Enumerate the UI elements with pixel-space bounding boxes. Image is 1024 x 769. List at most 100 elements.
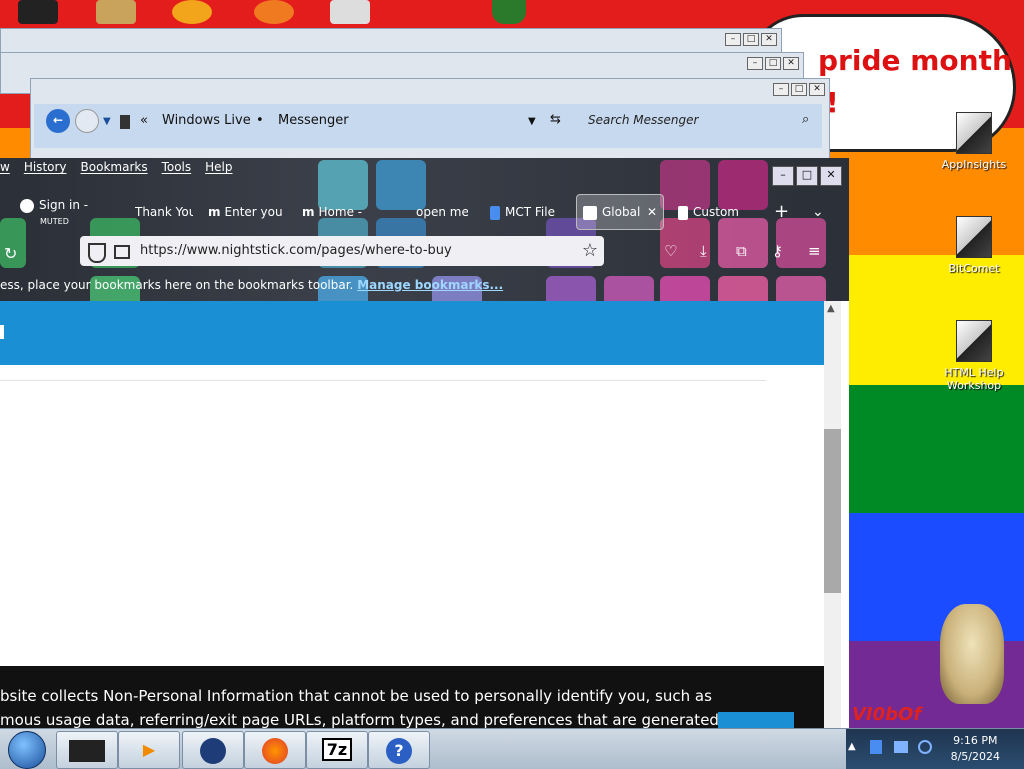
menu-view[interactable]: w xyxy=(0,160,10,180)
theme-tile xyxy=(776,276,826,301)
breadcrumb-windows-live[interactable]: Windows Live xyxy=(162,113,251,128)
dropdown-arrow-icon[interactable]: ▼ xyxy=(103,116,111,127)
tab-label: Enter you xyxy=(224,205,283,219)
scrollbar-thumb[interactable] xyxy=(824,429,841,593)
show-hidden-icons-icon[interactable]: ▲ xyxy=(848,741,856,752)
theme-tile xyxy=(546,276,596,301)
top-desktop-icons xyxy=(0,0,526,26)
extensions-icon[interactable]: ⧉ xyxy=(736,242,747,260)
maximize-button[interactable]: □ xyxy=(791,83,807,96)
tab-label: Thank You xyxy=(135,205,193,219)
desktop-icon-html-help-workshop[interactable]: HTML Help Workshop xyxy=(932,320,1016,392)
taskbar-globe[interactable] xyxy=(182,731,244,769)
manage-bookmarks-link[interactable]: Manage bookmarks... xyxy=(357,278,503,292)
menu-tools[interactable]: Tools xyxy=(162,160,192,180)
cookie-notice: bsite collects Non-Personal Information … xyxy=(0,666,824,732)
taskbar-media-player[interactable]: ▶ xyxy=(118,731,180,769)
maximize-button[interactable]: □ xyxy=(743,33,759,46)
bookmarks-toolbar: ess, place your bookmarks here on the bo… xyxy=(0,278,503,300)
firefox-window[interactable]: w History Bookmarks Tools Help – □ ✕ Sig… xyxy=(0,158,849,732)
hat-icon[interactable] xyxy=(18,0,58,24)
lock-icon[interactable] xyxy=(114,245,130,259)
seal-mascot-image xyxy=(940,604,1004,704)
taskbar-7zip[interactable]: 7z xyxy=(306,731,368,769)
document-icon[interactable] xyxy=(330,0,370,24)
breadcrumb-separator: • xyxy=(256,113,264,128)
folder-icon xyxy=(120,115,130,129)
system-tray: ▲ 9:16 PM 8/5/2024 xyxy=(846,729,1024,769)
close-button[interactable]: ✕ xyxy=(809,83,825,96)
back-arrow-icon[interactable]: ← xyxy=(46,109,70,133)
url-bar[interactable]: https://www.nightstick.com/pages/where-t… xyxy=(80,236,604,266)
forward-arrow-icon[interactable] xyxy=(75,109,99,133)
key-icon[interactable]: ⚷ xyxy=(772,242,783,260)
refresh-icon[interactable]: ⇆ xyxy=(550,112,561,127)
appinsights-icon xyxy=(956,112,992,154)
tab-list-button[interactable]: ⌄ xyxy=(812,198,828,226)
maximize-button[interactable]: □ xyxy=(765,57,781,70)
tab-custom[interactable]: Custom xyxy=(678,198,750,226)
tab-sign-in[interactable]: Sign in - MUTED xyxy=(20,198,120,226)
desktop-icon-appinsights[interactable]: AppInsights xyxy=(932,112,1016,171)
shield-icon[interactable] xyxy=(88,243,106,263)
download-icon[interactable]: ⤓ xyxy=(700,242,707,260)
page-header-banner xyxy=(0,301,824,365)
minimize-button[interactable]: – xyxy=(773,83,789,96)
close-button[interactable]: ✕ xyxy=(820,166,842,186)
speaker-icon[interactable] xyxy=(918,740,932,754)
cookie-text-line1: bsite collects Non-Personal Information … xyxy=(0,687,712,705)
menu-history[interactable]: History xyxy=(24,160,67,180)
network-icon[interactable] xyxy=(894,741,908,753)
close-tab-icon[interactable]: ✕ xyxy=(647,195,657,229)
url-text: https://www.nightstick.com/pages/where-t… xyxy=(140,243,452,258)
app-icon[interactable] xyxy=(172,0,212,24)
start-button[interactable] xyxy=(8,731,46,769)
tab-label: Custom xyxy=(693,205,739,219)
search-messenger-input[interactable]: Search Messenger xyxy=(588,113,698,127)
taskbar-terminal[interactable] xyxy=(56,731,118,769)
tab-enter-you[interactable]: m Enter you xyxy=(208,198,284,226)
desktop-icon-bitcomet[interactable]: BitComet xyxy=(932,216,1016,275)
minimize-button[interactable]: – xyxy=(747,57,763,70)
site-m-icon: m xyxy=(208,205,221,219)
chevron-down-icon[interactable]: ▼ xyxy=(528,116,536,127)
bookmark-star-icon[interactable]: ☆ xyxy=(582,236,598,266)
pocket-icon[interactable]: ♡ xyxy=(664,242,677,260)
tab-global[interactable]: Global ✕ xyxy=(576,194,664,230)
close-button[interactable]: ✕ xyxy=(761,33,777,46)
menu-icon[interactable]: ≡ xyxy=(808,242,821,260)
tab-mct-file[interactable]: MCT File xyxy=(490,198,562,226)
page-scrollbar[interactable]: ▲ xyxy=(824,301,841,728)
menu-bookmarks[interactable]: Bookmarks xyxy=(81,160,148,180)
breadcrumb-chevrons[interactable]: « xyxy=(140,113,148,128)
minimize-button[interactable]: – xyxy=(725,33,741,46)
bitcomet-icon xyxy=(956,216,992,258)
nav-item[interactable] xyxy=(0,325,4,339)
tab-home[interactable]: m Home - xyxy=(302,198,372,226)
menu-help[interactable]: Help xyxy=(205,160,232,180)
7zip-icon: 7z xyxy=(321,738,353,761)
taskbar-help[interactable]: ? xyxy=(368,731,430,769)
search-icon[interactable]: ⌕ xyxy=(802,112,809,127)
folder-icon[interactable] xyxy=(96,0,136,24)
tab-thank-you[interactable]: Thank You xyxy=(135,198,193,226)
globe-icon xyxy=(200,737,226,764)
minimize-button[interactable]: – xyxy=(772,166,794,186)
theme-tile xyxy=(718,276,768,301)
tab-open-me[interactable]: open me xyxy=(416,198,468,226)
breadcrumb-messenger[interactable]: Messenger xyxy=(278,113,349,128)
taskbar-firefox[interactable] xyxy=(244,731,306,769)
new-tab-button[interactable]: + xyxy=(774,198,790,226)
browser-icon[interactable] xyxy=(254,0,294,24)
maximize-button[interactable]: □ xyxy=(796,166,818,186)
close-button[interactable]: ✕ xyxy=(783,57,799,70)
scroll-up-icon[interactable]: ▲ xyxy=(827,303,835,314)
android-icon[interactable] xyxy=(492,0,526,24)
tab-label: Home - xyxy=(318,205,363,219)
reload-icon[interactable]: ↻ xyxy=(4,244,17,263)
tab-label: MCT File xyxy=(505,205,555,219)
window-controls: – □ ✕ xyxy=(725,33,777,46)
page-divider xyxy=(0,380,766,381)
tray-app-icon[interactable] xyxy=(870,740,882,754)
tray-clock[interactable]: 9:16 PM 8/5/2024 xyxy=(951,733,1000,765)
